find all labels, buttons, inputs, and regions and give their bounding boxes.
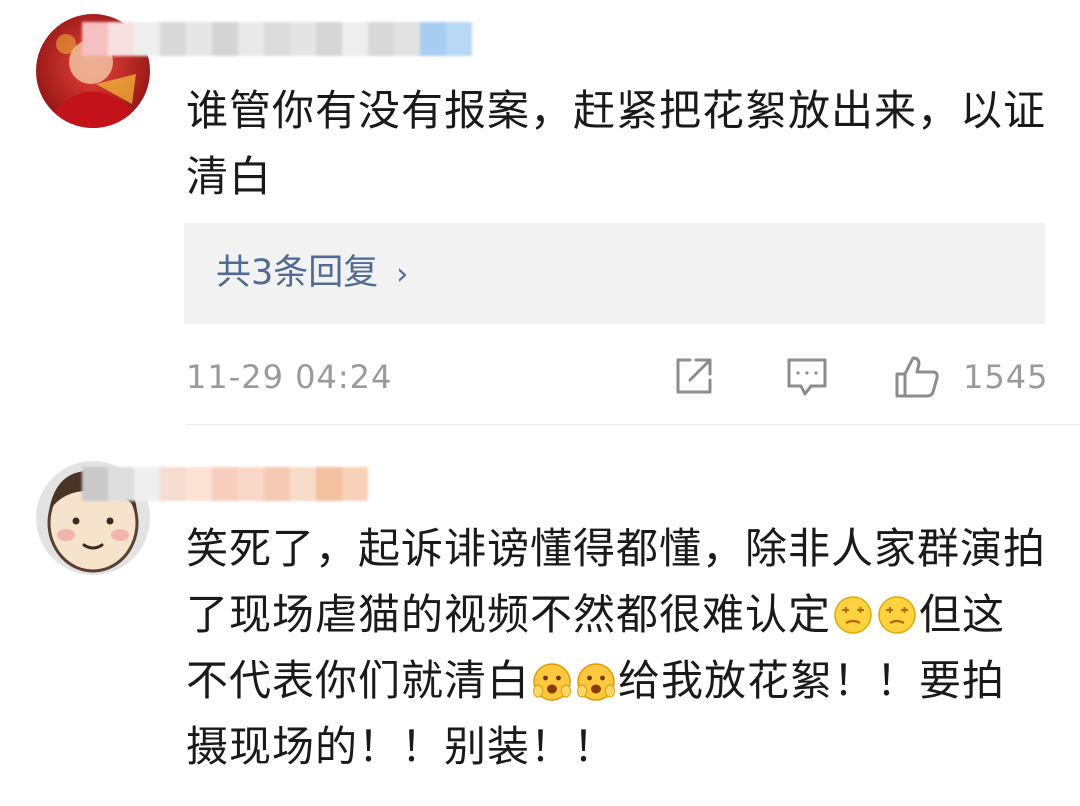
shocked-face-emoji-icon	[576, 654, 616, 701]
comment-text: 笑死了，起诉诽谤懂得都懂，除非人家群演拍了现场虐猫的视频不然都很难认定 但这不代表…	[186, 516, 1046, 780]
thumbs-up-icon[interactable]	[893, 354, 941, 404]
dizzy-face-emoji-icon	[833, 588, 873, 634]
replies-label: 共3条回复	[216, 253, 379, 293]
comment-text: 谁管你有没有报案，赶紧把花絮放出来，以证清白	[186, 86, 1047, 201]
comment-icon[interactable]	[785, 354, 829, 404]
username-redacted[interactable]	[82, 467, 368, 501]
replies-panel[interactable]: 共3条回复 ›	[184, 223, 1045, 324]
comment-item: 笑死了，起诉诽谤懂得都懂，除非人家群演拍了现场虐猫的视频不然都很难认定 但这不代表…	[0, 425, 1080, 806]
timestamp: 11-29 04:24	[186, 358, 393, 396]
shocked-face-emoji-icon	[532, 654, 572, 701]
username-redacted[interactable]	[82, 22, 472, 56]
dizzy-face-emoji-icon	[877, 588, 917, 634]
share-icon[interactable]	[672, 354, 716, 402]
chevron-right-icon: ›	[396, 257, 409, 292]
comment-item: 谁管你有没有报案，赶紧把花絮放出来，以证清白 共3条回复 › 11-29 04:2…	[0, 0, 1080, 425]
comment-meta: 11-29 04:24 1545	[0, 350, 1080, 406]
view-replies-link[interactable]: 共3条回复 ›	[216, 251, 408, 297]
like-count: 1545	[963, 358, 1049, 396]
